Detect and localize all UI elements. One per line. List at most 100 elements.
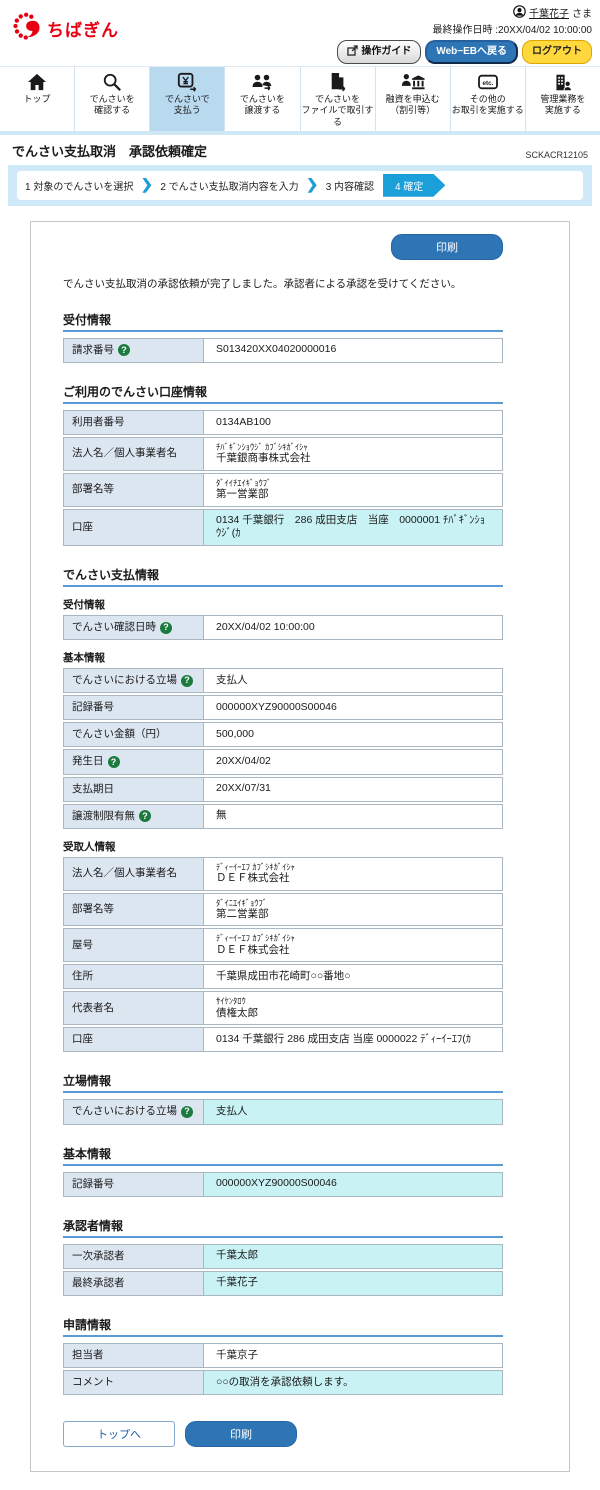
row-value-text: 0134 千葉銀行 286 成田支店 当座 0000001 ﾁﾊﾞｷﾞﾝｼｮｳｼ… [216,513,486,540]
row-label-text: 支払期日 [72,782,114,795]
row-label: 記録番号 [64,696,204,720]
row-value: ﾃﾞｨｰｲｰｴﾌ ｶﾌﾞｼｷｶﾞｲｼｬ ＤＥＦ株式会社 [204,858,502,890]
logout-button[interactable]: ログアウト [522,40,592,64]
subsection-title: 基本情報 [63,652,105,665]
help-icon[interactable]: ? [107,756,120,768]
nav-item-pay[interactable]: でんさいで 支払う [149,67,225,131]
row-value: 0134 千葉銀行 286 成田支店 当座 0000022 ﾃﾞｨｰｲｰｴﾌ(ｶ [204,1028,502,1051]
row-label: 口座 [64,1028,204,1052]
row-label-text: でんさいにおける立場 [72,674,177,687]
row-value-text: 債権太郎 [216,1006,258,1019]
svg-text:etc.: etc. [482,80,493,87]
nav-item-label: トップ [23,94,51,104]
print-row: 印刷 [63,233,503,260]
table-row: でんさい金額（円） 500,000 [63,722,503,748]
row-value: 千葉京子 [204,1344,502,1367]
external-link-icon [347,45,359,59]
section-title: 申請情報 [63,1316,503,1337]
print-button[interactable]: 印刷 [391,233,503,260]
step-label: 2 でんさい支払取消内容を入力 [160,181,299,193]
row-label-text: 口座 [72,1033,93,1046]
nav-item-confirm[interactable]: でんさいを 確認する [74,67,149,131]
row-label-text: 記録番号 [72,1177,114,1190]
help-icon[interactable]: ? [181,674,193,687]
people-transfer-icon [251,71,273,93]
help-icon[interactable]: ? [139,810,151,823]
table-row: 記録番号 000000XYZ90000S00046 [63,1171,503,1197]
table-row: コメント ○○の取消を承認依頼します。 [63,1370,503,1396]
table-row: 法人名／個人事業者名 ﾃﾞｨｰｲｰｴﾌ ｶﾌﾞｼｷｶﾞｲｼｬ ＤＥＦ株式会社 [63,856,503,891]
row-value-kana: ﾃﾞｨｰｲｰｴﾌ ｶﾌﾞｼｷｶﾞｲｼｬ [216,861,295,872]
nav-item-loan[interactable]: 融資を申込む （割引等） [374,67,450,131]
row-value-text: 千葉太郎 [216,1249,258,1262]
row-label: 発生日? [64,750,204,774]
table-row: 代表者名 ｻｲｹﾝﾀﾛｳ 債権太郎 [63,991,503,1026]
page-title: でんさい支払取消 承認依頼確定 [12,143,208,159]
header-user-area: 千葉花子 さま 最終操作日時 :20XX/04/02 10:00:00 操作ガイ… [337,5,592,64]
nav-item-label: 融資を申込む （割引等） [385,94,440,116]
table-row: でんさいにおける立場? 支払人 [63,1099,503,1125]
row-label: 一次承認者 [64,1244,204,1268]
nav-item-top[interactable]: トップ [0,67,74,131]
loan-bank-icon [401,71,425,93]
row-label: 担当者 [64,1343,204,1367]
row-label-text: 一次承認者 [72,1249,125,1262]
help-icon[interactable]: ? [181,1105,193,1118]
row-value: 千葉花子 [204,1271,502,1295]
row-label: 記録番号 [64,1172,204,1196]
row-label: 法人名／個人事業者名 [64,438,204,470]
row-label-text: 部署名等 [72,902,114,915]
help-icon[interactable]: ? [160,621,172,634]
row-label: 口座 [64,509,204,545]
row-value-text: 000000XYZ90000S00046 [216,700,337,713]
row-label: でんさい金額（円） [64,723,204,747]
content-panel: 印刷 でんさい支払取消の承認依頼が完了しました。承認者による承認を受けてください… [30,220,570,1473]
table-row: 請求番号? S013420XX04020000016 [63,337,503,363]
table-row: でんさいにおける立場? 支払人 [63,668,503,694]
row-value-text: 20XX/07/31 [216,782,271,795]
top-button[interactable]: トップへ [63,1421,175,1448]
nav-item-transfer[interactable]: でんさいを 譲渡する [224,67,299,131]
section-title: ご利用のでんさい口座情報 [63,383,503,404]
table-row: 記録番号 000000XYZ90000S00046 [63,695,503,721]
row-label: 利用者番号 [64,410,204,434]
info-table: 一次承認者 千葉太郎 最終承認者 千葉花子 [63,1243,503,1296]
row-label-text: 部署名等 [72,483,114,496]
row-value: 無 [204,805,502,828]
etc-icon: etc. [477,71,499,93]
bank-logo[interactable]: ちばぎん [12,11,119,46]
table-row: 利用者番号 0134AB100 [63,409,503,435]
chevron-right-icon [142,177,152,193]
row-value-text: 支払人 [216,1105,248,1118]
row-label: 部署名等 [64,893,204,926]
row-value-text: 無 [216,809,227,822]
completion-message: でんさい支払取消の承認依頼が完了しました。承認者による承認を受けてください。 [63,277,462,290]
search-icon [102,71,122,93]
row-label-text: 代表者名 [72,1001,114,1014]
nav-item-admin[interactable]: 管理業務を 実施する [524,67,600,131]
print-button-bottom[interactable]: 印刷 [185,1421,297,1448]
row-label: 支払期日 [64,777,204,801]
pay-yen-icon [177,71,197,93]
row-value-text: 20XX/04/02 10:00:00 [216,620,315,633]
user-name-link[interactable]: 千葉花子 [529,7,569,22]
row-value-text: 支払人 [216,673,248,686]
row-label: 住所 [64,965,204,989]
row-label-text: 請求番号 [72,343,114,356]
guide-button-label: 操作ガイド [361,46,412,57]
row-value-text: 千葉花子 [216,1276,258,1289]
table-row: 譲渡制限有無? 無 [63,803,503,829]
nav-item-label: でんさいを ファイルで取引する [301,94,374,127]
row-value-text: 500,000 [216,728,254,741]
guide-button[interactable]: 操作ガイド [337,40,422,64]
row-label-text: 担当者 [72,1348,104,1361]
row-label: 譲渡制限有無? [64,804,204,828]
nav-item-label: でんさいを 確認する [89,94,135,116]
help-icon[interactable]: ? [118,344,130,357]
row-label: でんさいにおける立場? [64,1100,204,1124]
web-eb-back-button[interactable]: Web−EBへ戻る [425,40,518,64]
nav-item-file[interactable]: でんさいを ファイルで取引する [299,67,375,131]
nav-item-other[interactable]: etc. その他の お取引を実施する [449,67,525,131]
row-label-text: 譲渡制限有無 [72,809,135,822]
row-value-text: 0134AB100 [216,415,271,428]
